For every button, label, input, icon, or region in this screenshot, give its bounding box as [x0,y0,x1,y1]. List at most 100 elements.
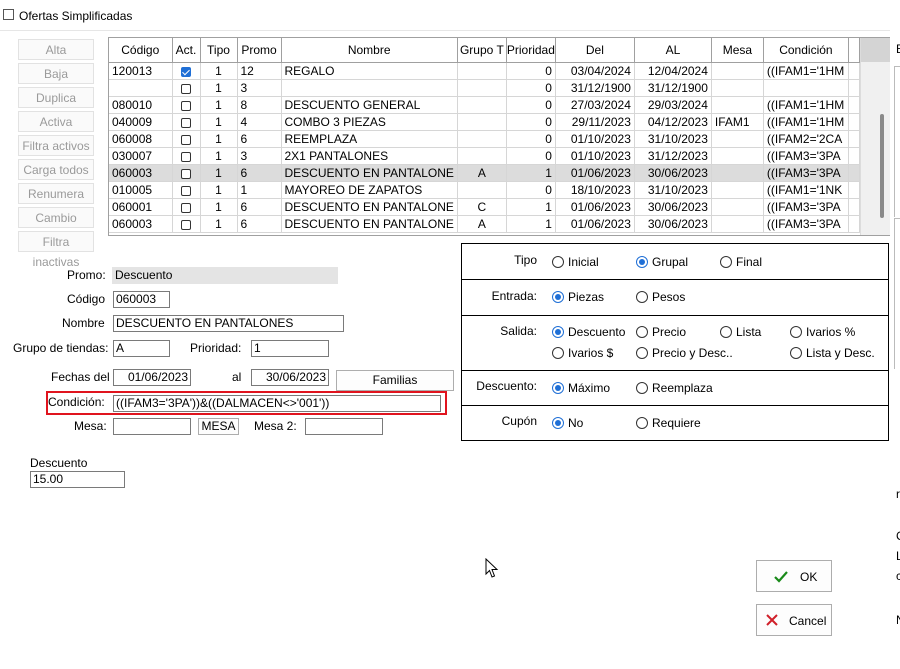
cell-mesa[interactable] [711,164,764,182]
cell-prioridad[interactable]: 0 [506,113,556,131]
cell-mesa[interactable] [711,130,764,148]
active-checkbox-cell[interactable] [172,79,201,97]
cell-del[interactable]: 01/06/2023 [555,164,635,182]
cell-mesa[interactable] [711,62,764,80]
cell-del[interactable]: 01/06/2023 [555,198,635,216]
radio-salida-3[interactable] [790,326,802,338]
cell-condicion[interactable]: ((IFAM1='1HM [763,113,849,131]
cell-condicion[interactable]: ((IFAM3='3PA [763,147,849,165]
column-header[interactable]: AL [634,38,712,63]
radio-salida-2[interactable] [720,326,732,338]
codigo-input[interactable]: 060003 [113,291,170,308]
side-button-baja[interactable]: Baja [18,63,94,84]
cell-codigo[interactable]: 120013 [109,62,173,80]
active-checkbox[interactable] [181,100,191,111]
cell-al[interactable]: 29/03/2024 [634,96,712,114]
cell-prioridad[interactable]: 0 [506,181,556,199]
mesa2-input[interactable] [305,418,383,435]
fecha-al-input[interactable]: 30/06/2023 [251,369,329,386]
column-header[interactable]: Condición [763,38,849,63]
scrollbar-thumb[interactable] [880,114,884,218]
cell-grupo[interactable] [457,113,507,131]
active-checkbox[interactable] [181,66,191,77]
active-checkbox-cell[interactable] [172,96,201,114]
cell-tipo[interactable]: 1 [200,215,238,233]
column-header[interactable]: Mesa [711,38,764,63]
table-row[interactable]: 1 3 0 31/12/1900 31/12/1900 [109,79,860,97]
radio-cupon-1[interactable] [636,417,648,429]
column-header[interactable]: Tipo [200,38,238,63]
cell-mesa[interactable] [711,147,764,165]
side-button-filtra-activos[interactable]: Filtra activos [18,135,94,156]
cell-tipo[interactable]: 1 [200,62,238,80]
active-checkbox[interactable] [181,134,191,145]
cell-prioridad[interactable]: 0 [506,62,556,80]
side-button-duplica[interactable]: Duplica [18,87,94,108]
cell-tipo[interactable]: 1 [200,181,238,199]
radio-label[interactable]: Inicial [568,255,599,269]
cell-nombre[interactable]: 2X1 PANTALONES [281,147,458,165]
active-checkbox-cell[interactable] [172,130,201,148]
cell-promo[interactable]: 12 [237,62,282,80]
cell-grupo[interactable] [457,96,507,114]
cell-promo[interactable]: 1 [237,181,282,199]
radio-label[interactable]: Pesos [652,290,685,304]
cell-promo[interactable]: 6 [237,215,282,233]
table-row[interactable]: 010005 1 1 MAYOREO DE ZAPATOS 0 18/10/2023 31/… [109,181,860,199]
cell-codigo[interactable]: 010005 [109,181,173,199]
table-row[interactable]: 060003 1 6 DESCUENTO EN PANTALONE A 1 01/06/20… [109,215,860,233]
cell-promo[interactable]: 6 [237,198,282,216]
column-header[interactable]: Promo [237,38,282,63]
radio-salida-5[interactable] [636,347,648,359]
cell-mesa[interactable] [711,181,764,199]
ok-button[interactable]: OK [756,560,832,592]
cell-promo[interactable]: 8 [237,96,282,114]
radio-salida-6[interactable] [790,347,802,359]
active-checkbox-cell[interactable] [172,62,201,80]
active-checkbox-cell[interactable] [172,181,201,199]
cell-al[interactable]: 31/10/2023 [634,130,712,148]
radio-label[interactable]: No [568,416,583,430]
cell-tipo[interactable]: 1 [200,113,238,131]
cell-promo[interactable]: 3 [237,147,282,165]
radio-salida-4[interactable] [552,347,564,359]
offers-grid[interactable]: Código Act. Tipo Promo Nombre Grupo T Priorida… [108,37,890,236]
radio-tipo-0[interactable] [552,256,564,268]
cell-al[interactable]: 30/06/2023 [634,164,712,182]
active-checkbox-cell[interactable] [172,215,201,233]
cancel-button[interactable]: Cancel [756,604,832,636]
active-checkbox[interactable] [181,83,191,94]
active-checkbox[interactable] [181,219,191,230]
column-header[interactable]: Del [555,38,635,63]
cell-promo[interactable]: 6 [237,130,282,148]
cell-del[interactable]: 03/04/2024 [555,62,635,80]
cell-al[interactable]: 04/12/2023 [634,113,712,131]
cell-prioridad[interactable]: 0 [506,96,556,114]
radio-salida-0[interactable] [552,326,564,338]
nombre-input[interactable]: DESCUENTO EN PANTALONES [113,315,344,332]
cell-condicion[interactable]: ((IFAM1='1NK [763,181,849,199]
column-header[interactable]: Código [109,38,173,63]
cell-nombre[interactable]: DESCUENTO EN PANTALONE [281,198,458,216]
cell-nombre[interactable]: DESCUENTO EN PANTALONE [281,164,458,182]
grid-vertical-scrollbar[interactable] [860,38,890,235]
column-header[interactable]: Nombre [281,38,458,63]
cell-nombre[interactable]: REEMPLAZA [281,130,458,148]
radio-descuento-0[interactable] [552,382,564,394]
cell-prioridad[interactable]: 1 [506,215,556,233]
active-checkbox[interactable] [181,151,191,162]
cell-del[interactable]: 29/11/2023 [555,113,635,131]
prioridad-input[interactable]: 1 [251,340,329,357]
cell-prioridad[interactable]: 0 [506,147,556,165]
radio-label[interactable]: Grupal [652,255,688,269]
cell-del[interactable]: 31/12/1900 [555,79,635,97]
cell-tipo[interactable]: 1 [200,79,238,97]
active-checkbox[interactable] [181,185,191,196]
cell-del[interactable]: 01/10/2023 [555,147,635,165]
cell-promo[interactable]: 3 [237,79,282,97]
cell-grupo[interactable] [457,130,507,148]
cell-codigo[interactable]: 060003 [109,164,173,182]
mesa-button[interactable]: MESA [198,418,239,435]
cell-grupo[interactable] [457,79,507,97]
cell-tipo[interactable]: 1 [200,198,238,216]
